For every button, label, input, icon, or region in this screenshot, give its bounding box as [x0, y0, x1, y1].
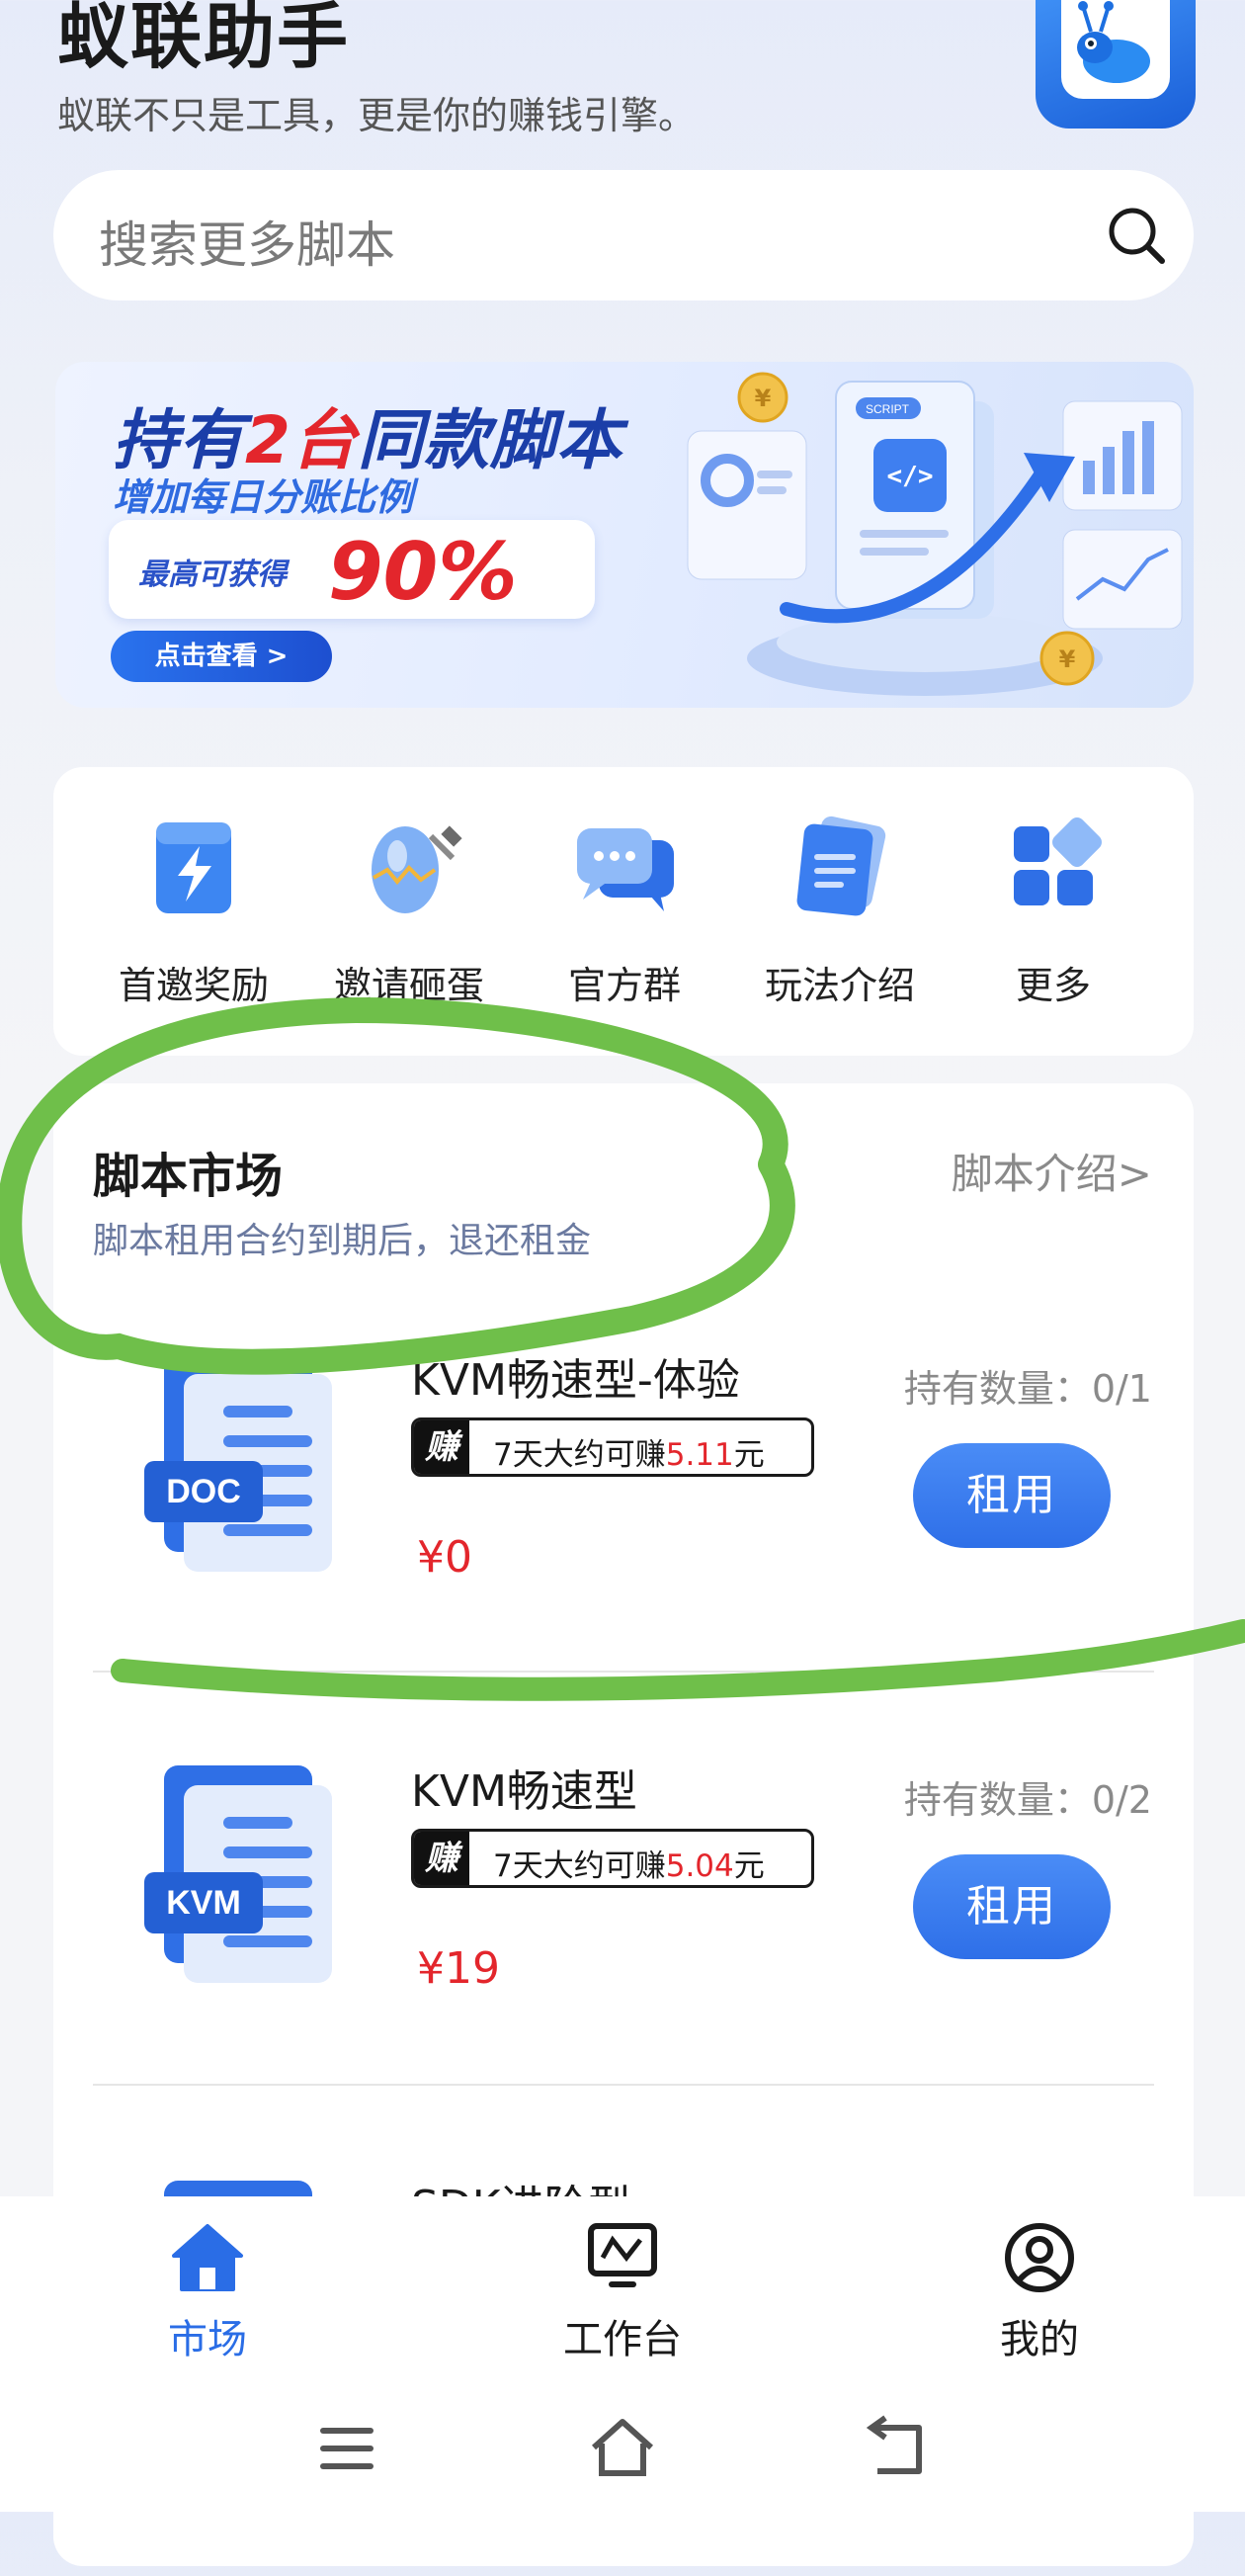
earn-estimate-tag: 赚 7天大约可赚5.11元 [411, 1417, 814, 1477]
holding-count: 持有数量：0/1 [903, 1367, 1152, 1411]
earn-estimate-tag: 赚 7天大约可赚5.04元 [411, 1829, 814, 1888]
product-card: KVM KVM畅速型 赚 7天大约可赚5.04元 ¥19 持有数量：0/2 租用 [53, 1756, 1194, 2161]
system-navigation-bar [0, 2384, 1245, 2512]
banner-subline: 增加每日分账比例 [113, 475, 414, 519]
divider [93, 1671, 1154, 1673]
svg-text:¥: ¥ [755, 385, 772, 412]
home-icon [172, 2224, 243, 2291]
app-subtitle: 蚁联不只是工具，更是你的赚钱引擎。 [57, 94, 697, 137]
art-script-label: SCRIPT [866, 402, 910, 416]
tab-market[interactable]: 市场 [109, 2218, 306, 2364]
tab-mine[interactable]: 我的 [941, 2218, 1138, 2364]
monitor-icon [588, 2223, 657, 2287]
quick-actions-panel: 首邀奖励 邀请砸蛋 官方群 玩法介绍 更多 [53, 767, 1194, 1056]
quick-action-official-group[interactable]: 官方群 [526, 807, 723, 1034]
banner-rate-label: 最高可获得 [138, 558, 287, 592]
lightning-gift-icon [156, 822, 231, 913]
script-growth-illustration: SCRIPT </> ¥ ¥ [687, 372, 1183, 696]
quick-action-more[interactable]: 更多 [954, 807, 1152, 1034]
grid-icon [1014, 817, 1102, 905]
product-badge: DOC [166, 1473, 241, 1510]
ant-logo-icon[interactable] [1036, 0, 1196, 129]
kvm-file-icon: KVM [144, 1765, 332, 1983]
script-intro-link[interactable]: 脚本介绍> [952, 1141, 1152, 1201]
earn-estimate-text: 7天大约可赚5.04元 [493, 1848, 765, 1884]
product-card: DOC KVM畅速型-体验 赚 7天大约可赚5.11元 ¥0 持有数量：0/1 … [53, 1344, 1194, 1750]
banner-rate-box: 最高可获得 90% [109, 520, 595, 619]
svg-text:¥: ¥ [1059, 645, 1076, 673]
app-title: 蚁联助手 [57, 0, 351, 78]
banner-rate-value: 90% [328, 526, 518, 618]
doc-file-icon: DOC [144, 1354, 332, 1572]
golden-egg-icon [372, 825, 462, 913]
menu-icon[interactable] [312, 2414, 381, 2483]
rent-button[interactable]: 租用 [913, 1443, 1111, 1548]
tab-workbench[interactable]: 工作台 [524, 2218, 721, 2364]
market-title: 脚本市场 [93, 1149, 284, 1204]
quick-action-first-invite[interactable]: 首邀奖励 [95, 807, 292, 1034]
search-input[interactable]: 搜索更多脚本 [99, 206, 395, 277]
product-name: KVM畅速型-体验 [411, 1355, 740, 1406]
product-name: KVM畅速型 [411, 1766, 637, 1817]
user-icon [1005, 2223, 1074, 2292]
home-nav-icon[interactable] [588, 2414, 657, 2483]
divider [93, 2084, 1154, 2086]
bottom-tab-bar: 市场 工作台 我的 [0, 2196, 1245, 2384]
quick-action-egg[interactable]: 邀请砸蛋 [310, 807, 508, 1034]
chat-bubbles-icon [577, 828, 674, 911]
back-icon[interactable] [864, 2414, 933, 2483]
product-price: ¥19 [417, 1943, 500, 1994]
market-description: 脚本租用合约到期后，退还租金 [93, 1221, 592, 1261]
quick-action-gameplay-intro[interactable]: 玩法介绍 [741, 807, 939, 1034]
promo-banner[interactable]: 持有2台同款脚本 增加每日分账比例 最高可获得 90% 点击查看 > SCRIP… [55, 362, 1194, 708]
search-icon[interactable] [1103, 202, 1172, 271]
svg-text:</>: </> [887, 462, 934, 491]
earn-tag-label: 赚 [414, 1832, 469, 1885]
banner-view-button[interactable]: 点击查看 > [111, 631, 332, 682]
product-badge: KVM [166, 1884, 241, 1922]
rent-button[interactable]: 租用 [913, 1854, 1111, 1959]
product-price: ¥0 [417, 1532, 472, 1583]
earn-tag-label: 赚 [414, 1420, 469, 1474]
search-bar[interactable]: 搜索更多脚本 [53, 170, 1194, 301]
earn-estimate-text: 7天大约可赚5.11元 [493, 1437, 765, 1473]
holding-count: 持有数量：0/2 [903, 1778, 1152, 1822]
document-icon [796, 816, 886, 916]
